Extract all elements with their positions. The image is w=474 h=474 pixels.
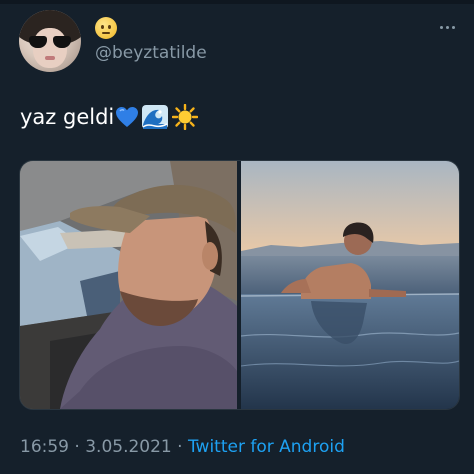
tweet-source-link[interactable]: Twitter for Android [188, 437, 345, 457]
avatar[interactable] [19, 10, 81, 72]
top-divider [0, 0, 474, 4]
more-options-icon[interactable] [438, 24, 458, 32]
sun-icon [172, 104, 199, 130]
tweet-date: 3.05.2021 [85, 437, 172, 457]
water-wave-icon [142, 105, 169, 129]
sunglasses-icon [29, 36, 71, 48]
neutral-face-emoji-icon [95, 17, 117, 39]
tweet-time: 16:59 [20, 437, 69, 457]
meta-separator: · [177, 437, 183, 457]
photo-car-selfie[interactable] [20, 161, 237, 409]
media-grid[interactable] [19, 160, 460, 410]
user-handle[interactable]: @beyztatilde [95, 43, 207, 63]
car-selfie-image [20, 161, 237, 409]
meta-separator: · [74, 437, 80, 457]
infinity-pool-image [241, 161, 459, 409]
blue-heart-icon [116, 107, 139, 127]
photo-infinity-pool[interactable] [241, 161, 459, 409]
tweet-meta: 16:59 · 3.05.2021 · Twitter for Android [20, 437, 345, 457]
tweet-text: yaz geldi [20, 105, 115, 129]
tweet-text-row: yaz geldi [20, 104, 199, 130]
